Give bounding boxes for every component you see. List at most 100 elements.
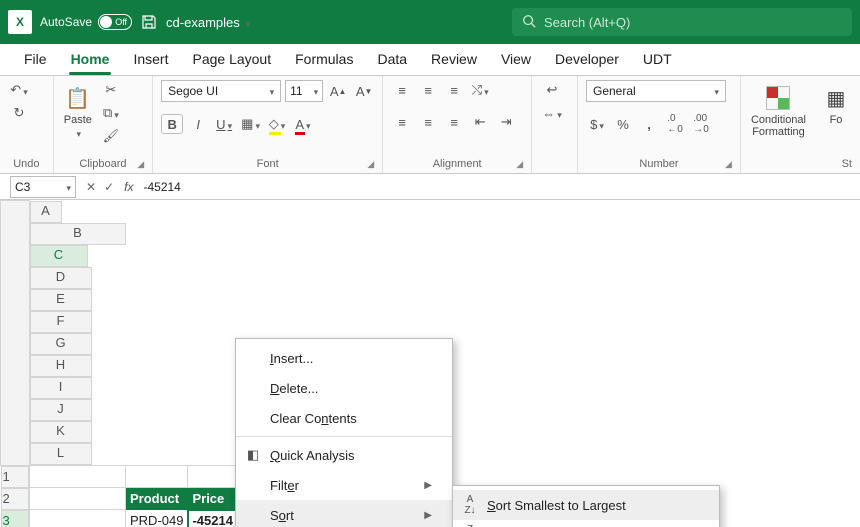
tab-formulas[interactable]: Formulas [283, 45, 365, 75]
col-header[interactable]: E [30, 289, 92, 311]
wrap-text-button[interactable]: ↩ [541, 80, 563, 100]
menu-sort-largest[interactable]: ZA↓Sort Largest to Smallest [453, 520, 719, 527]
decrease-indent-button[interactable]: ⇤ [469, 112, 491, 132]
underline-button[interactable]: U [213, 114, 235, 134]
fx-icon[interactable]: fx [118, 180, 137, 194]
menu-sort-smallest[interactable]: AZ↓Sort Smallest to Largest [453, 490, 719, 520]
col-header[interactable]: D [30, 267, 92, 289]
select-all-corner[interactable] [1, 201, 30, 466]
font-color-button[interactable]: A [292, 114, 314, 134]
align-bottom-button[interactable]: ≡ [443, 80, 465, 100]
tab-insert[interactable]: Insert [121, 45, 180, 75]
font-name-select[interactable]: Segoe UI [161, 80, 281, 102]
percent-format-button[interactable]: % [612, 114, 634, 134]
tab-developer[interactable]: Developer [543, 45, 631, 75]
chevron-right-icon: ▶ [424, 480, 432, 491]
active-cell[interactable]: -45214 [188, 510, 237, 527]
menu-filter[interactable]: Filter▶ [236, 470, 452, 500]
tab-udt[interactable]: UDT [631, 45, 684, 75]
merge-button[interactable]: ⇔ [540, 103, 564, 123]
font-size-select[interactable]: 11 [285, 80, 323, 102]
row-header[interactable]: 2 [1, 488, 29, 510]
formula-value[interactable]: -45214 [137, 180, 186, 194]
col-header[interactable]: H [30, 355, 92, 377]
cell[interactable]: Price [188, 488, 237, 510]
number-launcher-icon[interactable]: ◢ [725, 159, 732, 170]
menu-clear-contents[interactable]: Clear Contents [236, 403, 452, 433]
menu-delete[interactable]: Delete... [236, 373, 452, 403]
tab-page-layout[interactable]: Page Layout [180, 45, 283, 75]
decrease-decimal-button[interactable]: .00→0 [690, 114, 712, 134]
context-menu: Insert... Delete... Clear Contents ◧Quic… [235, 338, 453, 527]
paste-button[interactable]: 📋 Paste [62, 80, 94, 140]
cut-button[interactable]: ✂ [100, 80, 122, 100]
undo-button[interactable]: ↶ [8, 80, 30, 100]
increase-decimal-button[interactable]: .0←0 [664, 114, 686, 134]
decrease-font-button[interactable]: A▼ [353, 81, 375, 101]
col-header[interactable]: J [30, 399, 92, 421]
save-icon[interactable] [140, 13, 158, 31]
redo-button[interactable]: ↻ [8, 103, 30, 123]
document-name[interactable]: cd-examples [166, 15, 250, 30]
chevron-right-icon: ▶ [424, 510, 432, 521]
cell[interactable]: PRD-049 [126, 510, 188, 527]
menu-insert[interactable]: Insert... [236, 343, 452, 373]
col-header[interactable]: B [30, 223, 126, 245]
tab-view[interactable]: View [489, 45, 543, 75]
enter-formula-icon[interactable]: ✓ [100, 180, 118, 194]
align-left-button[interactable]: ≡ [391, 112, 413, 132]
menu-quick-analysis[interactable]: ◧Quick Analysis [236, 440, 452, 470]
ribbon: ↶ ↻ Undo 📋 Paste ✂ ⧉ 🖌 Clipboard◢ Segoe … [0, 76, 860, 174]
formula-bar: C3 ✕ ✓ fx -45214 [0, 174, 860, 200]
alignment-launcher-icon[interactable]: ◢ [516, 159, 523, 170]
switch-icon[interactable]: Off [98, 14, 132, 30]
col-header[interactable]: F [30, 311, 92, 333]
row-header[interactable]: 3 [1, 510, 29, 527]
worksheet-grid[interactable]: A B C D E F G H I J K L 1 2 Product Pric… [0, 200, 860, 527]
search-icon [522, 14, 536, 31]
col-header[interactable]: A [30, 201, 62, 223]
sort-submenu: AZ↓Sort Smallest to Largest ZA↓Sort Larg… [452, 485, 720, 527]
ribbon-tabs: File Home Insert Page Layout Formulas Da… [0, 44, 860, 76]
col-header[interactable]: K [30, 421, 92, 443]
title-bar: X AutoSave Off cd-examples Search (Alt+Q… [0, 0, 860, 44]
number-format-select[interactable]: General [586, 80, 726, 102]
autosave-label: AutoSave [40, 15, 92, 29]
cell[interactable]: Product [126, 488, 188, 510]
align-middle-button[interactable]: ≡ [417, 80, 439, 100]
menu-sort[interactable]: Sort▶ [236, 500, 452, 527]
row-header[interactable]: 1 [1, 466, 29, 488]
font-launcher-icon[interactable]: ◢ [367, 159, 374, 170]
col-header[interactable]: I [30, 377, 92, 399]
cancel-formula-icon[interactable]: ✕ [82, 180, 100, 194]
format-as-table-button[interactable]: ▦ Fo [820, 80, 852, 126]
tab-home[interactable]: Home [59, 45, 122, 75]
search-placeholder: Search (Alt+Q) [544, 15, 630, 30]
clipboard-launcher-icon[interactable]: ◢ [137, 159, 144, 170]
increase-font-button[interactable]: A▲ [327, 81, 349, 101]
col-header[interactable]: G [30, 333, 92, 355]
align-right-button[interactable]: ≡ [443, 112, 465, 132]
align-center-button[interactable]: ≡ [417, 112, 439, 132]
tab-data[interactable]: Data [365, 45, 419, 75]
format-painter-button[interactable]: 🖌 [100, 126, 122, 146]
autosave-toggle[interactable]: AutoSave Off [40, 14, 132, 30]
name-box[interactable]: C3 [10, 176, 76, 198]
bold-button[interactable]: B [161, 114, 183, 134]
col-header[interactable]: L [30, 443, 92, 465]
conditional-formatting-icon [764, 84, 792, 112]
search-box[interactable]: Search (Alt+Q) [512, 8, 852, 36]
border-button[interactable]: ▦ [239, 114, 262, 134]
tab-review[interactable]: Review [419, 45, 489, 75]
orientation-button[interactable]: ⤭ [469, 80, 491, 100]
align-top-button[interactable]: ≡ [391, 80, 413, 100]
fill-color-button[interactable]: ◇ [266, 114, 288, 134]
col-header[interactable]: C [30, 245, 88, 267]
increase-indent-button[interactable]: ⇥ [495, 112, 517, 132]
conditional-formatting-button[interactable]: Conditional Formatting [749, 80, 808, 138]
comma-format-button[interactable]: , [638, 114, 660, 134]
accounting-format-button[interactable]: $ [586, 114, 608, 134]
copy-button[interactable]: ⧉ [100, 103, 122, 123]
italic-button[interactable]: I [187, 114, 209, 134]
tab-file[interactable]: File [12, 45, 59, 75]
